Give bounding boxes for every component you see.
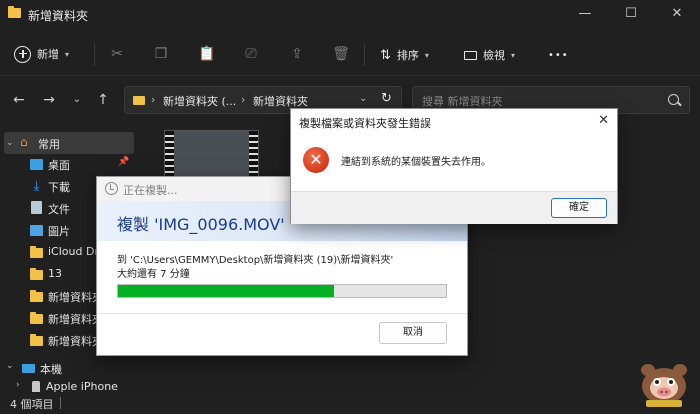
divider <box>364 44 365 66</box>
refresh-icon[interactable]: ↻ <box>381 91 392 106</box>
cancel-button[interactable]: 取消 <box>379 322 447 344</box>
dialog-title: 正在複製... <box>123 184 178 197</box>
dialog-title: 複製檔案或資料夾發生錯誤 <box>299 117 431 130</box>
divider <box>97 313 467 314</box>
clock-icon <box>105 182 118 195</box>
sidebar-item-label: 圖片 <box>48 225 70 238</box>
mascot-watermark-logo <box>641 364 687 407</box>
delete-icon[interactable]: 🗑 <box>332 45 350 63</box>
view-label: 檢視 <box>483 49 505 62</box>
sidebar-item-label: 本機 <box>40 363 62 376</box>
sidebar-item-label: 常用 <box>38 138 60 151</box>
desktop-icon <box>30 159 43 170</box>
dialog-footer: 確定 <box>291 191 617 224</box>
divider <box>94 44 95 66</box>
share-icon[interactable]: ⇪ <box>288 45 306 63</box>
item-count: 4 個項目 <box>10 398 54 411</box>
sidebar-item-home[interactable]: ⌄ ⌂ 常用 <box>4 132 134 154</box>
folder-icon <box>8 6 21 18</box>
sidebar-item-label: 文件 <box>48 203 70 216</box>
phone-icon <box>32 381 40 392</box>
sidebar-item-label: Apple iPhone <box>46 380 118 392</box>
new-button[interactable]: 新增 ▾ <box>14 42 69 66</box>
breadcrumb-item[interactable]: 新增資料夾 (... <box>163 93 236 109</box>
document-icon <box>31 201 42 214</box>
sidebar-item-label: 桌面 <box>48 159 70 172</box>
rename-icon[interactable]: ⎚ <box>242 45 260 63</box>
folder-icon <box>30 268 43 280</box>
up-icon[interactable]: ↑ <box>94 91 112 109</box>
sidebar-item-this-pc[interactable]: ⌄ 本機 <box>0 357 138 379</box>
sort-button[interactable]: ⇅ 排序 ▾ <box>380 45 429 65</box>
sort-icon: ⇅ <box>380 47 391 63</box>
chevron-right-icon: › <box>241 93 246 106</box>
progress-fill <box>118 285 335 297</box>
divider <box>60 397 61 409</box>
chevron-right-icon[interactable]: › <box>16 380 20 390</box>
copy-heading: 複製 'IMG_0096.MOV' <box>117 215 285 234</box>
chevron-down-icon[interactable]: ⌄ <box>68 91 86 109</box>
title-bar: 新增資料夾 — ☐ ✕ <box>0 0 700 30</box>
plus-icon <box>14 45 31 63</box>
forward-icon[interactable]: → <box>40 91 58 109</box>
copy-destination: 到 'C:\Users\GEMMY\Desktop\新增資料夾 (19)\新增資… <box>117 255 394 266</box>
search-input[interactable]: 搜尋 新增資料夾 <box>422 93 503 109</box>
sidebar-item-label: 13 <box>48 267 62 280</box>
more-button[interactable]: ••• <box>548 45 569 65</box>
sidebar-item-label: iCloud Dr <box>48 245 98 258</box>
folder-icon <box>30 312 43 324</box>
view-button[interactable]: 檢視 ▾ <box>464 45 515 65</box>
back-icon[interactable]: ← <box>10 91 28 109</box>
chevron-right-icon: › <box>151 93 156 106</box>
sidebar-item-desktop[interactable]: 桌面 📌 <box>0 153 138 175</box>
home-icon: ⌂ <box>20 135 28 149</box>
new-label: 新增 <box>37 48 59 61</box>
error-icon: ✕ <box>303 147 329 173</box>
close-button[interactable]: ✕ <box>660 4 694 24</box>
cut-icon[interactable]: ✂ <box>108 45 126 63</box>
sidebar-item-label: 新增資料夾 <box>48 335 98 348</box>
view-icon <box>464 50 477 60</box>
breadcrumb-item[interactable]: 新增資料夾 <box>253 93 308 109</box>
sidebar-item-label: 新增資料夾 <box>48 291 98 304</box>
chevron-down-icon[interactable]: ⌄ <box>6 361 14 371</box>
sort-label: 排序 <box>396 49 419 62</box>
folder-icon <box>30 246 43 258</box>
folder-icon <box>30 334 43 346</box>
pc-icon <box>22 364 35 373</box>
copy-progress-bar <box>117 284 447 298</box>
pictures-icon <box>30 225 43 236</box>
maximize-button[interactable]: ☐ <box>614 4 648 24</box>
ok-button[interactable]: 確定 <box>551 198 607 218</box>
sidebar-item-label: 下載 <box>48 181 70 194</box>
status-bar: 4 個項目 <box>0 392 700 414</box>
folder-icon <box>30 290 43 302</box>
error-message: 連結到系統的某個裝置失去作用。 <box>341 157 491 168</box>
search-icon <box>668 94 679 105</box>
dialog-body: ✕ 連結到系統的某個裝置失去作用。 <box>291 133 617 191</box>
chevron-down-icon[interactable]: ⌄ <box>6 138 14 148</box>
time-remaining: 大約還有 7 分鐘 <box>117 269 190 280</box>
sidebar-item-iphone[interactable]: › Apple iPhone <box>0 378 138 392</box>
close-icon[interactable]: ✕ <box>598 113 609 128</box>
minimize-button[interactable]: — <box>568 4 602 24</box>
file-explorer-window: 新增資料夾 — ☐ ✕ 新增 ▾ ✂ ❐ 📋 ⎚ ⇪ 🗑 ⇅ 排序 ▾ 檢視 ▾… <box>0 0 700 414</box>
pin-icon: 📌 <box>118 157 130 167</box>
window-title: 新增資料夾 <box>28 9 89 23</box>
folder-icon <box>133 96 145 105</box>
copy-icon[interactable]: ❐ <box>152 45 170 63</box>
chevron-down-icon: ▾ <box>424 50 429 60</box>
sidebar-item-label: 新增資料夾 <box>48 313 98 326</box>
download-icon: ⤓ <box>33 179 40 194</box>
error-dialog: 複製檔案或資料夾發生錯誤 ✕ ✕ 連結到系統的某個裝置失去作用。 確定 <box>290 108 618 224</box>
chevron-down-icon: ▾ <box>511 50 516 60</box>
paste-icon[interactable]: 📋 <box>198 45 216 63</box>
chevron-down-icon: ▾ <box>65 49 70 59</box>
chevron-down-icon[interactable]: ⌄ <box>359 93 367 104</box>
command-bar: 新增 ▾ ✂ ❐ 📋 ⎚ ⇪ 🗑 ⇅ 排序 ▾ 檢視 ▾ ••• <box>0 32 700 76</box>
